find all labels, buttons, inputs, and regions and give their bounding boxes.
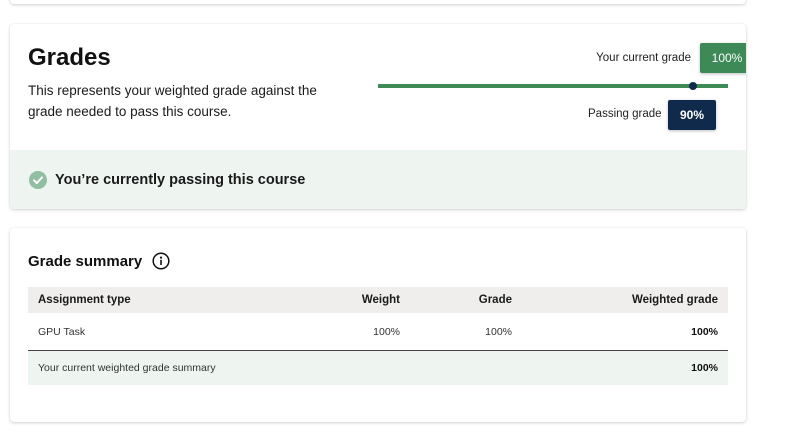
grade-summary-title: Grade summary: [28, 252, 143, 270]
grade-summary-table: Assignment type Weight Grade Weighted gr…: [28, 287, 728, 385]
assignment-type-cell: GPU Task: [28, 313, 308, 351]
weighted-summary-label: Your current weighted grade summary: [28, 350, 522, 385]
grades-card: Grades This represents your weighted gra…: [10, 24, 746, 209]
grade-summary-card: Grade summary Assignment type Weight Gra…: [10, 228, 746, 422]
current-grade-label: Your current grade: [596, 52, 691, 64]
check-circle-icon: [29, 170, 47, 189]
table-row: GPU Task 100% 100% 100%: [28, 313, 728, 351]
column-header-weighted-grade: Weighted grade: [522, 287, 728, 313]
previous-card: [10, 0, 746, 4]
grades-description: This represents your weighted grade agai…: [28, 83, 317, 119]
column-header-weight: Weight: [308, 287, 410, 313]
grade-bar: [378, 82, 728, 90]
grade-summary-header: Grade summary: [28, 252, 170, 270]
weight-cell: 100%: [308, 313, 410, 351]
passing-status-text: You’re currently passing this course: [55, 171, 306, 188]
weighted-grade-cell: 100%: [522, 313, 728, 351]
column-header-assignment-type: Assignment type: [28, 287, 308, 313]
weighted-summary-value: 100%: [522, 350, 728, 385]
column-header-grade: Grade: [410, 287, 522, 313]
grades-title: Grades: [28, 44, 111, 71]
passing-status-banner: You’re currently passing this course: [10, 150, 746, 209]
passing-grade-badge: 90%: [668, 100, 716, 130]
weighted-summary-row: Your current weighted grade summary 100%: [28, 350, 728, 385]
current-grade-badge: 100%: [700, 43, 746, 73]
current-grade-fill: [378, 84, 728, 88]
passing-grade-marker: [689, 82, 697, 90]
table-header-row: Assignment type Weight Grade Weighted gr…: [28, 287, 728, 313]
grade-cell: 100%: [410, 313, 522, 351]
passing-grade-label: Passing grade: [588, 108, 662, 120]
info-icon[interactable]: [152, 252, 170, 270]
